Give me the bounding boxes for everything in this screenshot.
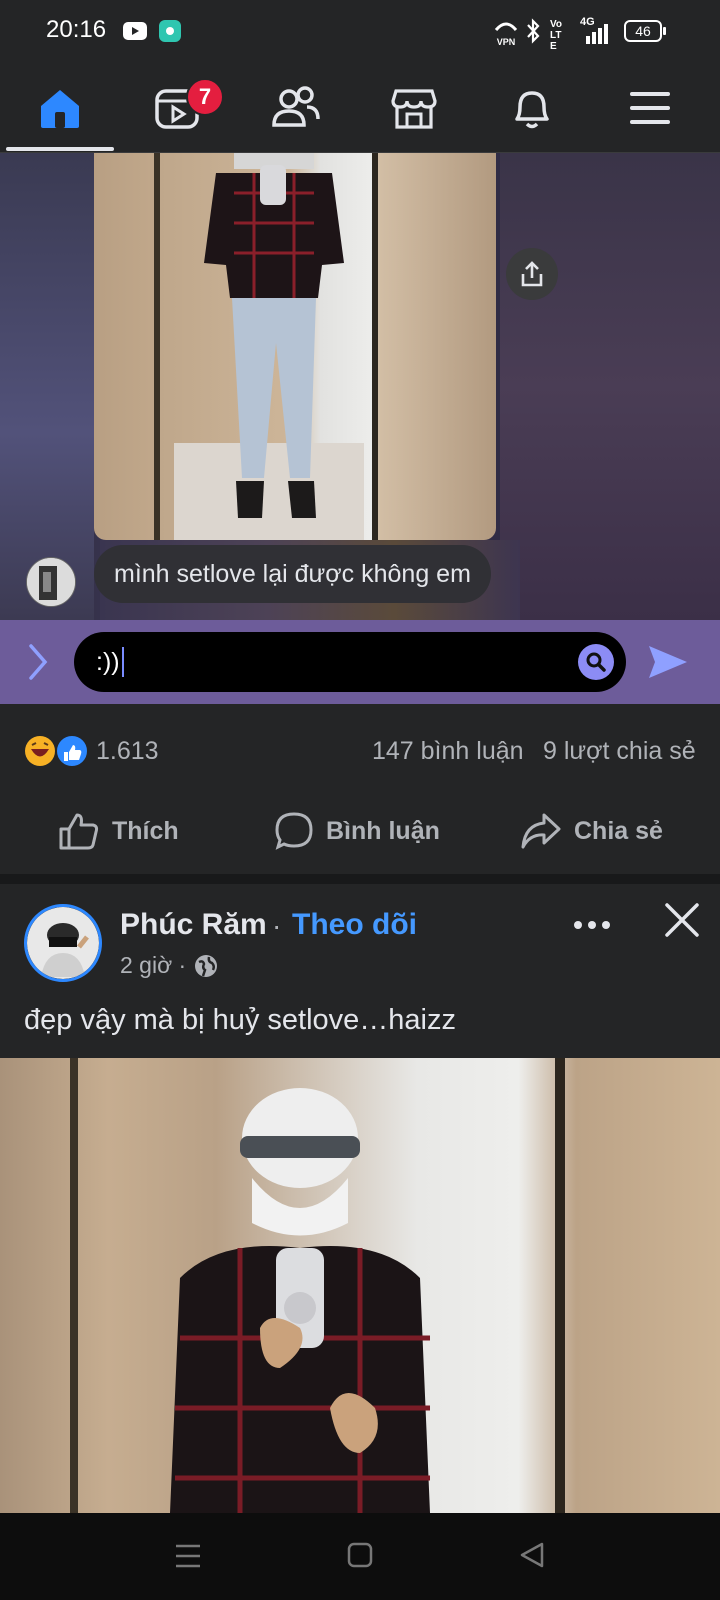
4g-signal-icon: 4G (580, 16, 610, 44)
friends-icon (272, 86, 320, 127)
tab-friends[interactable] (236, 64, 356, 152)
author-avatar[interactable] (24, 904, 102, 982)
search-button[interactable] (578, 644, 614, 680)
globe-icon (195, 954, 218, 977)
close-icon[interactable] (664, 902, 700, 938)
mirror-photo[interactable] (94, 153, 496, 540)
tab-marketplace[interactable] (354, 64, 474, 152)
comment-button[interactable]: Bình luận (274, 806, 440, 856)
back-icon[interactable] (518, 1541, 546, 1569)
reply-input-value: :)) (96, 647, 120, 676)
send-icon[interactable] (646, 642, 690, 682)
menu-icon (630, 92, 670, 124)
post-text: đẹp vậy mà bị huỷ setlove…haizz (24, 1004, 456, 1036)
story-background (500, 153, 720, 620)
post-photo[interactable] (0, 1058, 720, 1513)
system-navigation-bar (0, 1513, 720, 1600)
share-arrow-icon (521, 813, 561, 849)
watch-badge: 7 (186, 78, 224, 116)
battery-tip (663, 27, 666, 35)
bell-icon (515, 91, 549, 129)
reactions-count[interactable]: 1.613 (96, 737, 159, 766)
comment-label: Bình luận (326, 816, 440, 845)
vpn-icon: VPN (494, 18, 518, 47)
like-label: Thích (112, 816, 179, 845)
tab-home[interactable] (0, 64, 120, 152)
person-figure (204, 153, 344, 518)
active-tab-indicator (6, 147, 114, 151)
thumbs-up-icon (59, 813, 99, 850)
share-button[interactable]: Chia sẻ (520, 806, 663, 856)
message-bubble: mình setlove lại được không em (94, 545, 491, 603)
app-icon (159, 20, 181, 42)
person-photo (170, 1088, 430, 1513)
shares-count[interactable]: 9 lượt chia sẻ (543, 737, 696, 766)
search-icon (586, 652, 606, 672)
store-icon (391, 89, 437, 129)
bluetooth-icon (527, 18, 540, 44)
reply-input[interactable]: :)) (74, 632, 626, 692)
comments-count[interactable]: 147 bình luận (372, 737, 524, 766)
youtube-icon (123, 22, 147, 40)
top-nav (0, 64, 720, 153)
share-story-button[interactable] (506, 248, 558, 300)
follow-button[interactable]: Theo dõi (292, 908, 417, 942)
haha-like-reaction-icons (25, 734, 89, 768)
chevron-right-icon[interactable] (26, 642, 50, 682)
avatar-image (27, 907, 99, 979)
author-name[interactable]: Phúc Răm (120, 908, 267, 942)
tab-menu[interactable] (590, 64, 710, 152)
like-button[interactable]: Thích (58, 806, 179, 856)
avatar-image (27, 558, 75, 606)
post-meta: 2 giờ · (120, 952, 218, 979)
clock: 20:16 (46, 16, 107, 43)
story-background-left (0, 153, 94, 620)
share-label: Chia sẻ (574, 816, 663, 845)
home-icon (41, 90, 79, 128)
volte-icon: Vo LTE (550, 19, 563, 52)
text-caret (121, 647, 124, 677)
share-upload-icon (521, 261, 543, 287)
home-button-icon[interactable] (346, 1541, 374, 1569)
sender-avatar[interactable] (26, 557, 76, 607)
post-divider (0, 874, 720, 884)
name-separator: · (272, 910, 282, 941)
more-options-button[interactable] (572, 905, 612, 939)
tab-notifications[interactable] (472, 64, 592, 152)
reactions-icons[interactable] (24, 734, 94, 773)
status-bar: 20:16 VPN Vo LTE 4G 46 (0, 0, 720, 64)
comment-bubble-icon (275, 812, 313, 850)
more-dots-icon (574, 921, 610, 929)
battery-icon: 46 (624, 20, 662, 42)
post-time[interactable]: 2 giờ · (120, 952, 186, 979)
battery-level: 46 (635, 23, 651, 39)
recent-apps-icon[interactable] (174, 1543, 202, 1569)
